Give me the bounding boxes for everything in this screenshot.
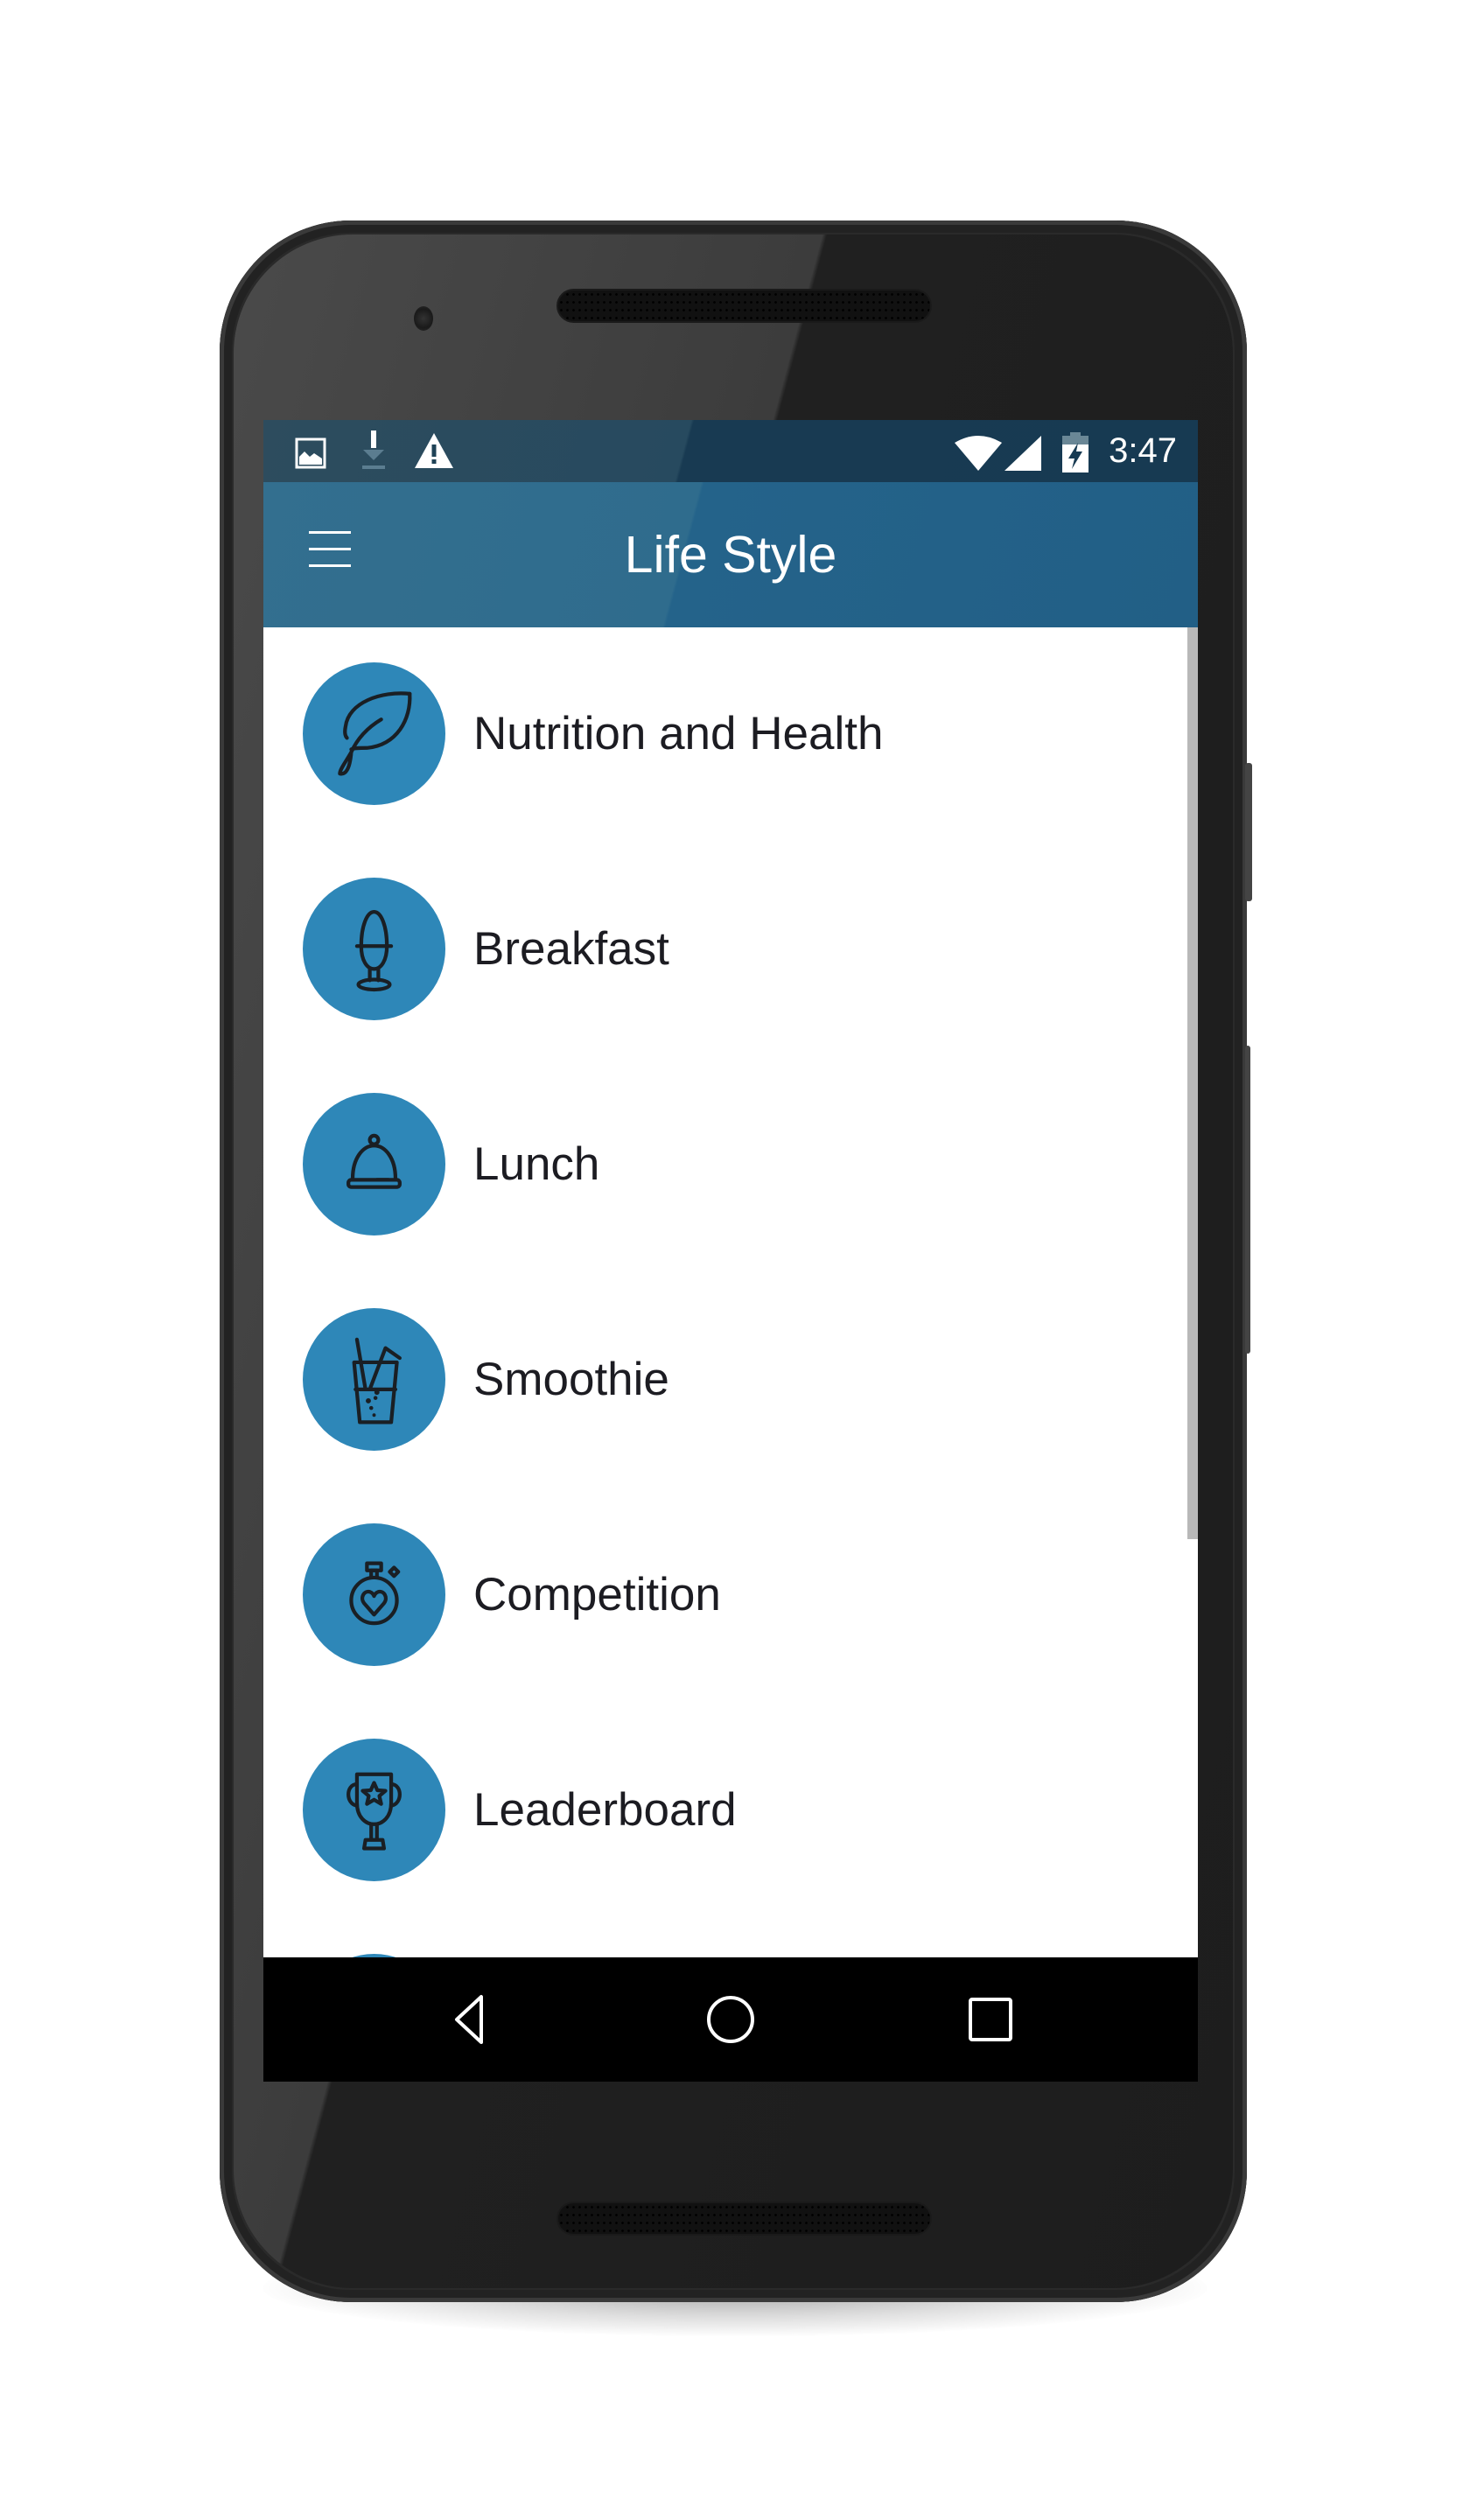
list-item-nutrition-and-health[interactable]: Nutrition and Health [263, 627, 1191, 843]
drink-glass-icon [303, 1308, 445, 1451]
page-title: Life Style [624, 526, 837, 584]
menu-list: Nutrition and Health Breakfast Lunch Smo… [263, 627, 1198, 2082]
volume-button[interactable] [1245, 1046, 1250, 1354]
wifi-icon [955, 436, 1002, 475]
list-item-label: Competition [473, 1569, 721, 1620]
list-item-label: Nutrition and Health [473, 708, 884, 760]
front-camera-icon [414, 306, 433, 331]
trophy-icon [303, 1739, 445, 1881]
list-item-lunch[interactable]: Lunch [263, 1058, 1191, 1273]
leaf-icon [303, 662, 445, 805]
back-button[interactable] [444, 1993, 497, 2046]
recents-icon [969, 1998, 1012, 2041]
warning-icon [414, 432, 454, 473]
cellular-signal-icon [1004, 436, 1041, 475]
download-icon [358, 430, 389, 475]
egg-cup-icon [303, 878, 445, 1020]
list-item-smoothie[interactable]: Smoothie [263, 1273, 1191, 1488]
battery-charging-icon [1062, 432, 1088, 477]
screen: 3:47 Life Style Nutrition and Health Bre… [263, 420, 1198, 2082]
status-time: 3:47 [1109, 431, 1177, 470]
stopwatch-heart-icon [303, 1523, 445, 1666]
power-button[interactable] [1245, 763, 1252, 901]
list-item-competition[interactable]: Competition [263, 1488, 1191, 1704]
recents-button[interactable] [964, 1993, 1017, 2046]
app-bar: Life Style [263, 482, 1198, 627]
home-button[interactable] [704, 1993, 757, 2046]
navigation-bar [263, 1957, 1198, 2082]
hamburger-menu-icon[interactable] [309, 531, 351, 568]
list-item-label: Leaderboard [473, 1784, 737, 1836]
back-icon [455, 1995, 483, 2044]
bottom-speaker-grille [558, 2203, 930, 2234]
home-icon [707, 1996, 754, 2043]
image-notification-icon [295, 438, 326, 473]
top-speaker-grille [558, 290, 930, 321]
status-bar: 3:47 [263, 420, 1198, 482]
cloche-icon [303, 1093, 445, 1236]
list-item-label: Breakfast [473, 923, 669, 975]
scrollbar[interactable] [1187, 627, 1198, 1539]
list-item-label: Smoothie [473, 1354, 669, 1405]
list-item-breakfast[interactable]: Breakfast [263, 843, 1191, 1058]
list-item-leaderboard[interactable]: Leaderboard [263, 1704, 1191, 1919]
list-item-label: Lunch [473, 1138, 600, 1190]
